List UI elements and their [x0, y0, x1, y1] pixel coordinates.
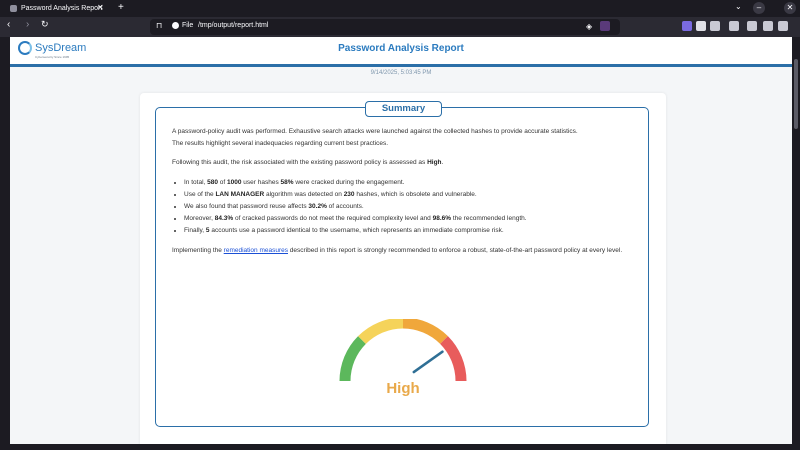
scrollbar-thumb[interactable]	[794, 59, 798, 129]
extension-3-icon[interactable]	[710, 21, 720, 31]
page-viewport[interactable]: SysDream Cybersecurity Since 1995 Passwo…	[10, 37, 792, 444]
new-tab-icon[interactable]: +	[118, 2, 124, 13]
page-favicon-icon	[10, 5, 17, 12]
url-bar[interactable]: ⊓ File /tmp/output/report.html ◈	[150, 19, 620, 35]
report-header: SysDream Cybersecurity Since 1995 Passwo…	[10, 37, 792, 67]
browser-nav-bar: ‹ › ↻ ⊓ File /tmp/output/report.html ◈	[0, 17, 800, 37]
sidebar-icon[interactable]	[747, 21, 757, 31]
intro-line-1: A password-policy audit was performed. E…	[172, 128, 578, 135]
menu-icon[interactable]	[778, 21, 788, 31]
tab-list-chevron-icon[interactable]: ⌄	[735, 2, 742, 11]
info-icon	[172, 22, 179, 29]
closing-text: Implementing the	[172, 246, 224, 254]
gauge-needle	[412, 350, 444, 374]
remediation-link[interactable]: remediation measures	[224, 247, 288, 254]
intro-line-2: The results highlight several inadequaci…	[172, 139, 389, 147]
forward-arrow-icon[interactable]: ›	[26, 19, 29, 30]
findings-list: In total, 580 of 1000 user hashes 58% we…	[184, 177, 632, 237]
bookmark-icon[interactable]: ⊓	[156, 21, 162, 30]
url-text[interactable]: /tmp/output/report.html	[198, 22, 268, 29]
tab-close-icon[interactable]: ✕	[97, 3, 104, 12]
list-item: Finally, 5 accounts use a password ident…	[184, 225, 632, 237]
page-scrollbar[interactable]	[792, 37, 800, 444]
back-arrow-icon[interactable]: ‹	[7, 19, 10, 30]
reload-icon[interactable]: ↻	[41, 19, 49, 30]
site-info[interactable]: File	[172, 22, 193, 29]
window-close-icon[interactable]: ✕	[784, 2, 796, 14]
tab-title: Password Analysis Report	[21, 5, 103, 12]
report-date: 9/14/2025, 5:03:45 PM	[370, 70, 432, 76]
gauge-label: High	[386, 380, 419, 397]
summary-heading: Summary	[365, 101, 442, 117]
gauge-arc-green	[339, 336, 367, 382]
list-item: Use of the LAN MANAGER algorithm was det…	[184, 189, 632, 201]
list-item: Moreover, 84.3% of cracked passwords do …	[184, 213, 632, 225]
browser-tab[interactable]: Password Analysis Report	[10, 2, 110, 15]
risk-paragraph: Following this audit, the risk associate…	[172, 157, 632, 169]
risk-text: Following this audit, the risk associate…	[172, 159, 428, 166]
shield-icon[interactable]: ◈	[586, 22, 592, 31]
closing-text-end: described in this report is strongly rec…	[287, 246, 623, 254]
list-item: We also found that password reuse affect…	[184, 201, 632, 213]
summary-card: Summary A password-policy audit was perf…	[140, 93, 666, 444]
extension-1-icon[interactable]	[682, 21, 692, 31]
summary-content: A password-policy audit was performed. E…	[172, 126, 632, 264]
risk-gauge: High	[339, 319, 467, 397]
logo-tagline: Cybersecurity Since 1995	[35, 55, 70, 59]
page-title: Password Analysis Report	[338, 43, 464, 54]
account-icon[interactable]	[763, 21, 773, 31]
risk-value: High	[427, 159, 442, 166]
gauge-arc-red	[439, 336, 467, 382]
window-minimize-icon[interactable]: –	[753, 2, 765, 14]
gauge-arc-orange	[402, 319, 448, 345]
extension-4-icon[interactable]	[729, 21, 739, 31]
list-item: In total, 580 of 1000 user hashes 58% we…	[184, 177, 632, 189]
risk-period: .	[441, 159, 444, 166]
gauge-arc-yellow	[358, 319, 404, 345]
extension-icon[interactable]	[600, 21, 610, 31]
extension-2-icon[interactable]	[696, 21, 706, 31]
intro-paragraph: A password-policy audit was performed. E…	[172, 126, 632, 149]
url-scheme-label: File	[182, 22, 194, 29]
closing-paragraph: Implementing the remediation measures de…	[172, 245, 632, 257]
browser-tab-bar: Password Analysis Report ✕ + ⌄ – ✕	[0, 0, 800, 17]
